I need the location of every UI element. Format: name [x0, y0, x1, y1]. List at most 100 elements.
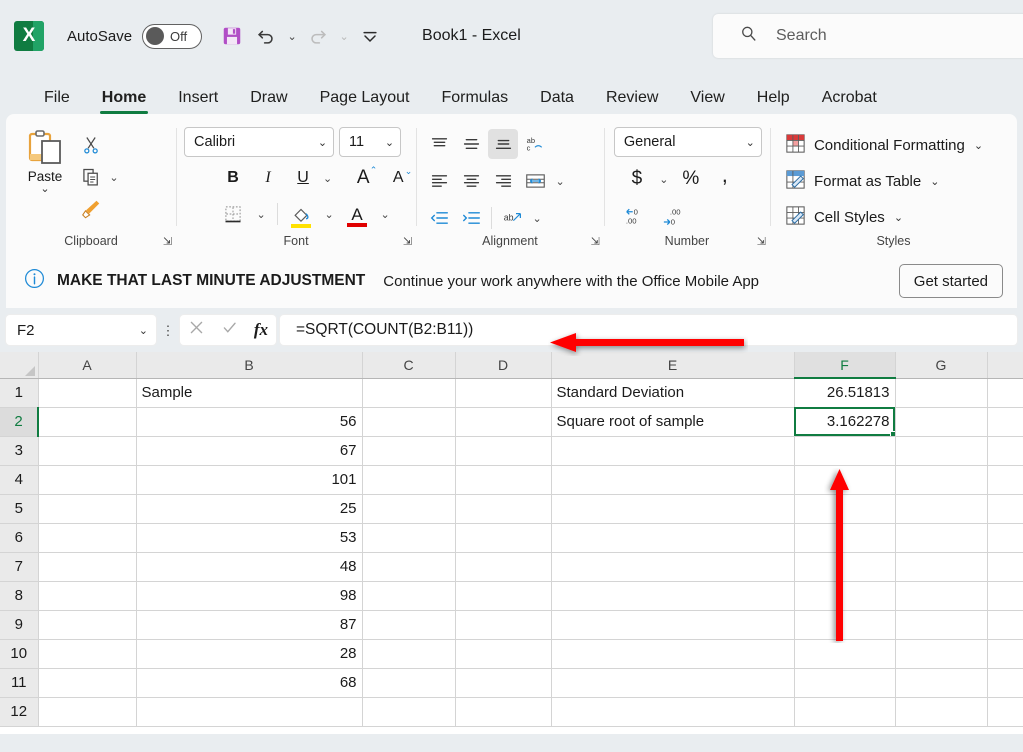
- formula-input[interactable]: =SQRT(COUNT(B2:B11)): [280, 315, 1017, 345]
- column-header-f[interactable]: F: [794, 352, 895, 378]
- cell-F5[interactable]: [794, 494, 895, 523]
- increase-indent-icon[interactable]: [456, 203, 486, 233]
- cell-C4[interactable]: [362, 465, 455, 494]
- cell-F4[interactable]: [794, 465, 895, 494]
- cell-C8[interactable]: [362, 581, 455, 610]
- cell-A8[interactable]: [38, 581, 136, 610]
- format-painter-icon[interactable]: [76, 195, 106, 223]
- tab-review[interactable]: Review: [590, 89, 674, 114]
- search-input[interactable]: Search: [713, 14, 1023, 58]
- cancel-icon[interactable]: [188, 319, 205, 341]
- cell-B6[interactable]: 53: [136, 523, 362, 552]
- cell-G8[interactable]: [895, 581, 987, 610]
- cell-E7[interactable]: [551, 552, 794, 581]
- cell-F3[interactable]: [794, 436, 895, 465]
- cell-E5[interactable]: [551, 494, 794, 523]
- column-header-c[interactable]: C: [362, 352, 455, 378]
- merge-dropdown-icon[interactable]: ⌄: [552, 175, 568, 188]
- cell-C11[interactable]: [362, 668, 455, 697]
- cell-D1[interactable]: [455, 378, 551, 407]
- get-started-button[interactable]: Get started: [899, 264, 1003, 298]
- orientation-icon[interactable]: abc: [520, 129, 550, 159]
- align-bottom-icon[interactable]: [488, 129, 518, 159]
- cell-B4[interactable]: 101: [136, 465, 362, 494]
- row-header-2[interactable]: 2: [0, 407, 38, 436]
- cell-G9[interactable]: [895, 610, 987, 639]
- paste-button[interactable]: Paste ⌄: [14, 124, 76, 194]
- increase-decimal-icon[interactable]: .000: [660, 201, 690, 231]
- cell-H1[interactable]: [987, 378, 1023, 407]
- clipboard-dialog-launcher[interactable]: ⇲: [163, 235, 172, 248]
- cell-C9[interactable]: [362, 610, 455, 639]
- align-center-icon[interactable]: [456, 166, 486, 196]
- cell-A11[interactable]: [38, 668, 136, 697]
- cell-H2[interactable]: [987, 407, 1023, 436]
- cell-E6[interactable]: [551, 523, 794, 552]
- row-header-3[interactable]: 3: [0, 436, 38, 465]
- tab-draw[interactable]: Draw: [234, 89, 303, 114]
- cell-G7[interactable]: [895, 552, 987, 581]
- row-header-8[interactable]: 8: [0, 581, 38, 610]
- cell-A9[interactable]: [38, 610, 136, 639]
- align-left-icon[interactable]: [424, 166, 454, 196]
- cell-F7[interactable]: [794, 552, 895, 581]
- row-header-1[interactable]: 1: [0, 378, 38, 407]
- cell-F12[interactable]: [794, 697, 895, 726]
- percent-button[interactable]: %: [676, 164, 706, 194]
- copy-icon[interactable]: [76, 163, 106, 191]
- decrease-font-size-button[interactable]: A ⌄: [383, 163, 413, 193]
- insert-function-icon[interactable]: fx: [254, 320, 268, 340]
- select-all-corner[interactable]: [0, 352, 38, 378]
- comma-style-button[interactable]: ,: [710, 164, 740, 194]
- font-family-select[interactable]: Calibri ⌄: [184, 127, 334, 157]
- number-format-select[interactable]: General ⌄: [614, 127, 762, 157]
- currency-dropdown-icon[interactable]: ⌄: [656, 173, 672, 186]
- cell-E10[interactable]: [551, 639, 794, 668]
- cell-C5[interactable]: [362, 494, 455, 523]
- cell-B1[interactable]: Sample: [136, 378, 362, 407]
- cell-E12[interactable]: [551, 697, 794, 726]
- cell-C6[interactable]: [362, 523, 455, 552]
- row-header-5[interactable]: 5: [0, 494, 38, 523]
- row-header-9[interactable]: 9: [0, 610, 38, 639]
- cell-D11[interactable]: [455, 668, 551, 697]
- alignment-dialog-launcher[interactable]: ⇲: [591, 235, 600, 248]
- align-top-icon[interactable]: [424, 129, 454, 159]
- wrap-text-icon[interactable]: ab: [497, 203, 527, 233]
- paste-dropdown-icon[interactable]: ⌄: [40, 184, 49, 194]
- tab-page-layout[interactable]: Page Layout: [304, 89, 426, 114]
- cell-H5[interactable]: [987, 494, 1023, 523]
- cell-F8[interactable]: [794, 581, 895, 610]
- tab-file[interactable]: File: [28, 89, 86, 114]
- cell-H4[interactable]: [987, 465, 1023, 494]
- cell-G6[interactable]: [895, 523, 987, 552]
- cell-A6[interactable]: [38, 523, 136, 552]
- cell-D8[interactable]: [455, 581, 551, 610]
- column-header-e[interactable]: E: [551, 352, 794, 378]
- cell-A3[interactable]: [38, 436, 136, 465]
- cell-D2[interactable]: [455, 407, 551, 436]
- currency-button[interactable]: $: [622, 164, 652, 194]
- copy-dropdown-icon[interactable]: ⌄: [106, 171, 122, 184]
- cell-B12[interactable]: [136, 697, 362, 726]
- fill-color-icon[interactable]: [286, 199, 316, 229]
- customize-qat-icon[interactable]: [354, 20, 386, 52]
- format-as-table-button[interactable]: Format as Table ⌄: [784, 166, 1009, 196]
- cell-G2[interactable]: [895, 407, 987, 436]
- borders-dropdown-icon[interactable]: ⌄: [253, 208, 269, 221]
- cut-icon[interactable]: [76, 131, 106, 159]
- cell-C1[interactable]: [362, 378, 455, 407]
- cell-E4[interactable]: [551, 465, 794, 494]
- cell-F11[interactable]: [794, 668, 895, 697]
- cell-C3[interactable]: [362, 436, 455, 465]
- cell-A12[interactable]: [38, 697, 136, 726]
- underline-button[interactable]: U: [288, 163, 318, 193]
- cell-H7[interactable]: [987, 552, 1023, 581]
- font-color-icon[interactable]: A: [342, 199, 372, 229]
- cell-G5[interactable]: [895, 494, 987, 523]
- name-box[interactable]: F2 ⌄: [6, 315, 156, 345]
- cell-B8[interactable]: 98: [136, 581, 362, 610]
- tab-view[interactable]: View: [674, 89, 740, 114]
- row-header-11[interactable]: 11: [0, 668, 38, 697]
- align-middle-icon[interactable]: [456, 129, 486, 159]
